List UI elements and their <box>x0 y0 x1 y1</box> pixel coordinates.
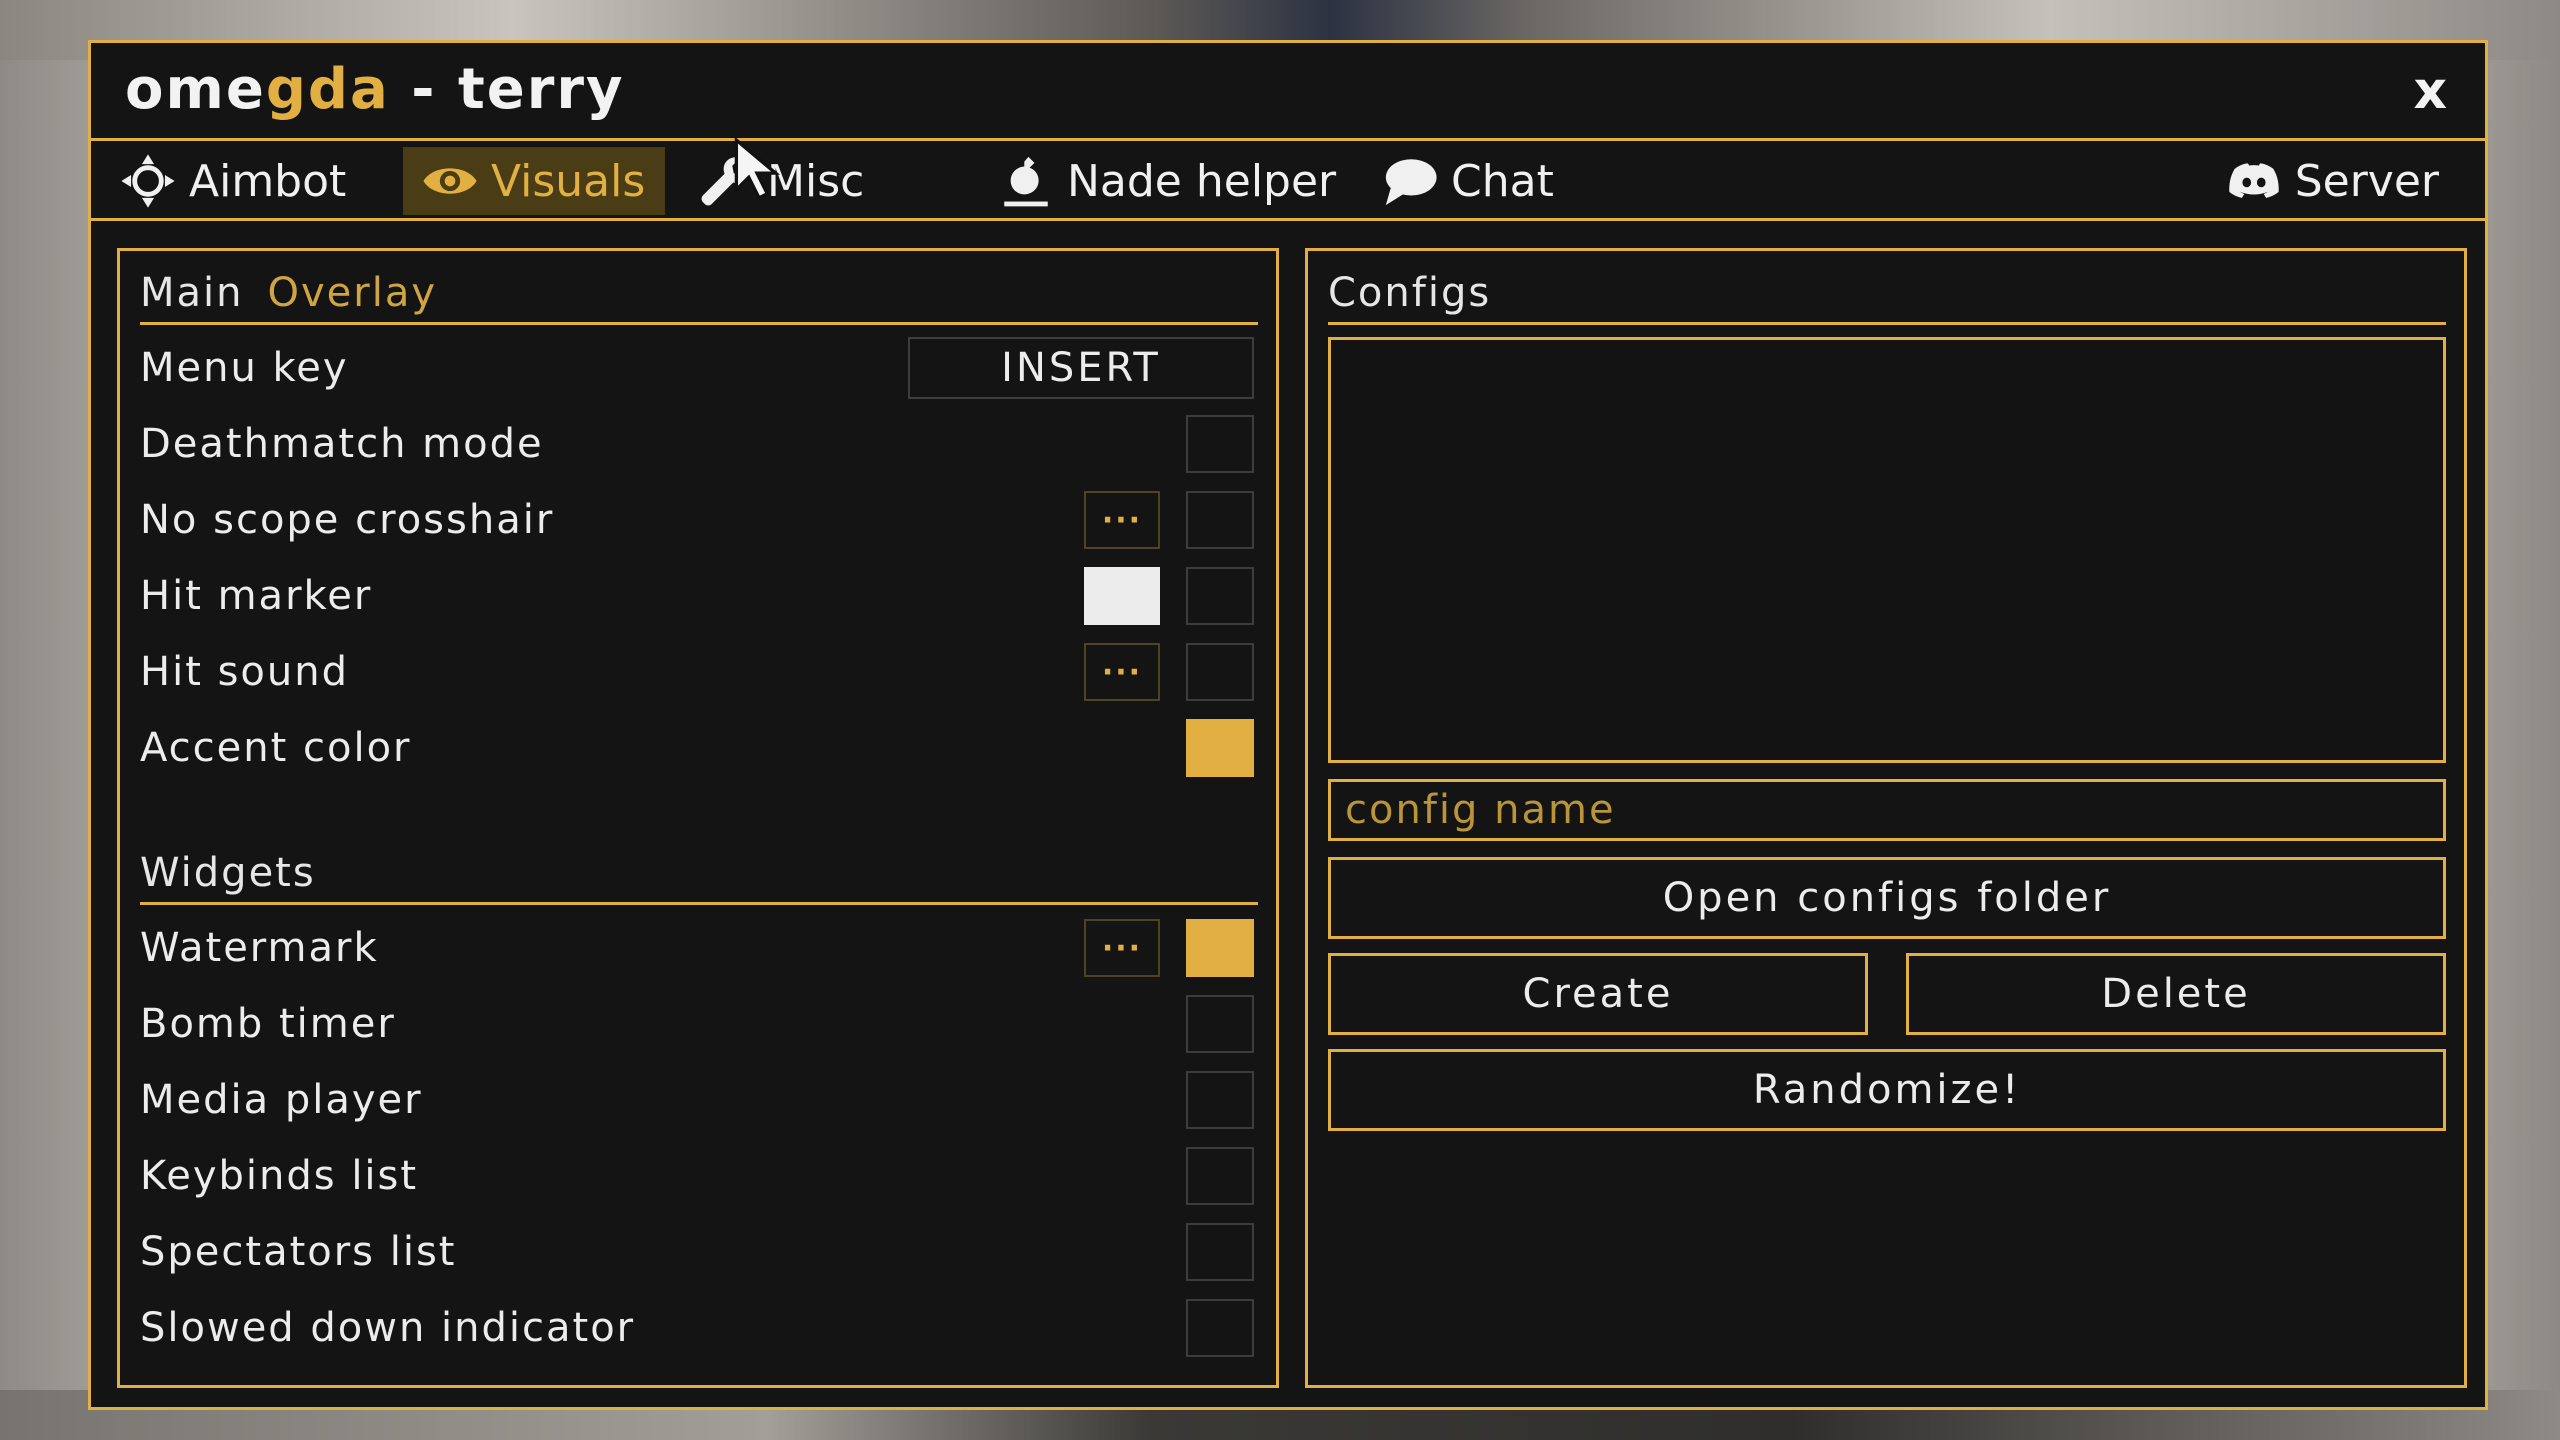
config-name-input[interactable] <box>1328 779 2446 841</box>
accent-color-swatch[interactable] <box>1186 719 1254 777</box>
tab-chat-label: Chat <box>1451 155 1554 207</box>
menu-key-button[interactable]: INSERT <box>908 337 1254 399</box>
tab-misc[interactable]: Misc <box>695 147 864 215</box>
row-hit-sound: Hit sound ··· <box>140 637 1256 707</box>
spectators-list-checkbox[interactable] <box>1186 1223 1254 1281</box>
tab-nade-helper-label: Nade helper <box>1067 155 1337 207</box>
widgets-section-title: Widgets <box>140 849 316 896</box>
hit-marker-checkbox[interactable] <box>1186 567 1254 625</box>
widgets-section-header: Widgets <box>140 843 1258 905</box>
row-hit-marker: Hit marker <box>140 561 1256 631</box>
create-config-button[interactable]: Create <box>1328 953 1868 1035</box>
title-bar[interactable]: omegda - terry x <box>91 43 2485 141</box>
row-bomb-timer: Bomb timer <box>140 989 1256 1059</box>
watermark-options-button[interactable]: ··· <box>1084 919 1160 977</box>
tab-server[interactable]: Server <box>2223 147 2439 215</box>
row-menu-key: Menu key INSERT <box>140 333 1256 403</box>
accent-color-label: Accent color <box>140 725 412 771</box>
tab-visuals[interactable]: Visuals <box>403 147 665 215</box>
configs-panel: Configs Open configs folder Create Delet… <box>1305 248 2467 1388</box>
bomb-timer-checkbox[interactable] <box>1186 995 1254 1053</box>
watermark-checkbox[interactable] <box>1186 919 1254 977</box>
grenade-icon <box>995 150 1057 212</box>
hit-sound-checkbox[interactable] <box>1186 643 1254 701</box>
media-player-checkbox[interactable] <box>1186 1071 1254 1129</box>
slowed-down-indicator-label: Slowed down indicator <box>140 1305 636 1351</box>
menu-window: omegda - terry x Aimbot Visuals Misc Nad… <box>88 40 2488 1410</box>
visuals-left-panel: Main Overlay Menu key INSERT Deathmatch … <box>117 248 1279 1388</box>
row-spectators-list: Spectators list <box>140 1217 1256 1287</box>
title-part2: - terry <box>389 57 625 122</box>
tab-aimbot-label: Aimbot <box>189 155 347 207</box>
configs-section-header: Configs <box>1328 263 2446 325</box>
chat-bubble-icon <box>1379 150 1441 212</box>
deathmatch-mode-checkbox[interactable] <box>1186 415 1254 473</box>
open-configs-folder-button[interactable]: Open configs folder <box>1328 857 2446 939</box>
main-section-title: Main <box>140 269 244 316</box>
media-player-label: Media player <box>140 1077 423 1123</box>
tab-server-label: Server <box>2294 155 2439 207</box>
row-keybinds-list: Keybinds list <box>140 1141 1256 1211</box>
tab-chat[interactable]: Chat <box>1379 147 1554 215</box>
discord-icon <box>2223 150 2285 212</box>
delete-config-button[interactable]: Delete <box>1906 953 2446 1035</box>
overlay-subtab[interactable]: Overlay <box>268 270 438 316</box>
bomb-timer-label: Bomb timer <box>140 1001 396 1047</box>
tab-bar: Aimbot Visuals Misc Nade helper Chat Ser… <box>91 141 2485 221</box>
hit-sound-options-button[interactable]: ··· <box>1084 643 1160 701</box>
tab-aimbot[interactable]: Aimbot <box>117 147 362 215</box>
row-no-scope-crosshair: No scope crosshair ··· <box>140 485 1256 555</box>
eye-icon <box>419 150 481 212</box>
randomize-button[interactable]: Randomize! <box>1328 1049 2446 1131</box>
row-watermark: Watermark ··· <box>140 913 1256 983</box>
row-accent-color: Accent color <box>140 713 1256 783</box>
tab-misc-label: Misc <box>767 155 865 207</box>
deathmatch-mode-label: Deathmatch mode <box>140 421 544 467</box>
main-section-header: Main Overlay <box>140 263 1258 325</box>
slowed-down-indicator-checkbox[interactable] <box>1186 1299 1254 1357</box>
configs-list[interactable] <box>1328 337 2446 763</box>
hit-marker-color-swatch[interactable] <box>1084 567 1160 625</box>
row-slowed-down-indicator: Slowed down indicator <box>140 1293 1256 1363</box>
keybinds-list-checkbox[interactable] <box>1186 1147 1254 1205</box>
window-title: omegda - terry <box>125 57 625 122</box>
crosshair-icon <box>117 150 179 212</box>
row-media-player: Media player <box>140 1065 1256 1135</box>
spectators-list-label: Spectators list <box>140 1229 457 1275</box>
title-part1: ome <box>125 57 266 122</box>
title-accent: gda <box>265 57 390 122</box>
tab-nade-helper[interactable]: Nade helper <box>995 147 1336 215</box>
wrench-icon <box>695 150 757 212</box>
no-scope-crosshair-options-button[interactable]: ··· <box>1084 491 1160 549</box>
tab-visuals-label: Visuals <box>491 155 646 207</box>
no-scope-crosshair-checkbox[interactable] <box>1186 491 1254 549</box>
close-button[interactable]: x <box>2413 61 2447 121</box>
keybinds-list-label: Keybinds list <box>140 1153 419 1199</box>
row-deathmatch-mode: Deathmatch mode <box>140 409 1256 479</box>
configs-section-title: Configs <box>1328 269 1492 316</box>
